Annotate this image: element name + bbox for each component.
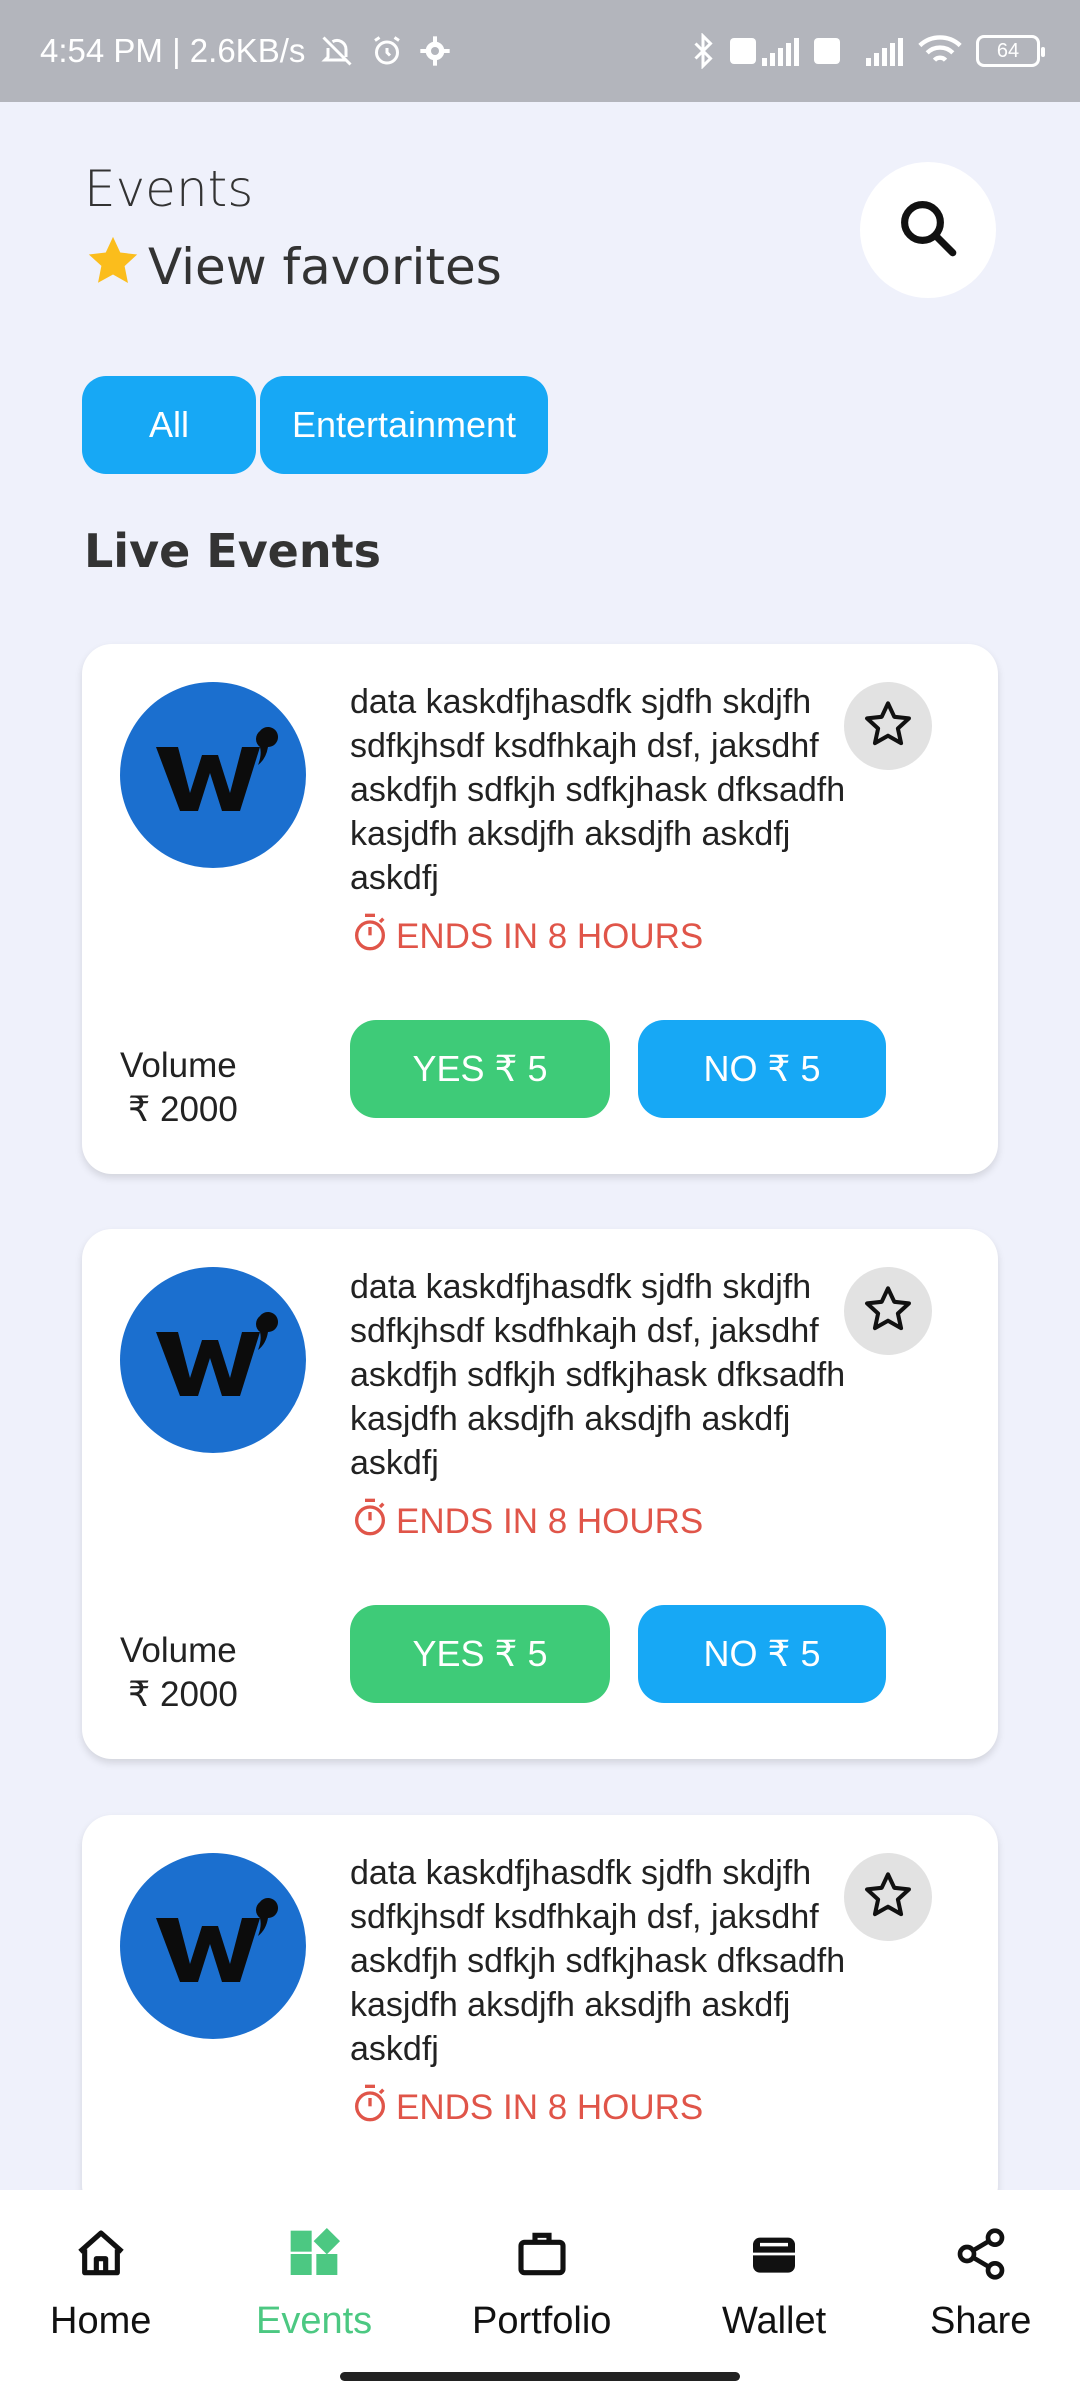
no-button[interactable]: NO ₹ 5: [638, 1605, 886, 1703]
yes-button[interactable]: YES ₹ 5: [350, 1605, 610, 1703]
volume-label: Volume: [120, 1046, 237, 1085]
page-title: Events: [84, 160, 254, 218]
view-favorites-label: View favorites: [148, 238, 502, 296]
nav-share[interactable]: Share: [930, 2226, 1031, 2343]
event-description: data kaskdfjhasdfk sjdfh skdjfh sdfkjhsd…: [350, 1268, 846, 1482]
mute-icon: [319, 33, 355, 69]
volume-amount: ₹ 2000: [128, 1090, 238, 1129]
event-card[interactable]: data kaskdfjhasdfk sjdfh skdjfh sdfkjhsd…: [82, 1229, 998, 1759]
event-description: data kaskdfjhasdfk sjdfh skdjfh sdfkjhsd…: [350, 683, 846, 897]
event-logo: [120, 682, 306, 868]
status-bar: 4:54 PM | 2.6KB/s 64: [0, 0, 1080, 102]
wifi-icon: [918, 34, 962, 68]
nav-wallet[interactable]: Wallet: [722, 2226, 826, 2343]
section-title: Live Events: [84, 524, 382, 578]
timer-icon: [350, 1497, 390, 1546]
bluetooth-icon: [690, 33, 716, 69]
search-button[interactable]: [860, 162, 996, 298]
nav-portfolio[interactable]: Portfolio: [472, 2226, 611, 2343]
volume-info: Volume ₹ 2000: [120, 1629, 238, 1717]
nav-wallet-label: Wallet: [722, 2300, 827, 2342]
event-ends-label: ENDS IN 8 HOURS: [396, 2087, 704, 2127]
nav-events-label: Events: [256, 2300, 373, 2342]
event-ends: ENDS IN 8 HOURS: [350, 2083, 703, 2132]
filter-chip-all[interactable]: All: [82, 376, 256, 474]
events-icon: [286, 2226, 342, 2292]
event-logo: [120, 1853, 306, 2039]
share-icon: [953, 2226, 1009, 2292]
timer-icon: [350, 2083, 390, 2132]
event-ends: ENDS IN 8 HOURS: [350, 1497, 703, 1546]
nav-portfolio-label: Portfolio: [472, 2300, 612, 2342]
volume-amount: ₹ 2000: [128, 1675, 238, 1714]
home-icon: [73, 2226, 129, 2292]
event-description: data kaskdfjhasdfk sjdfh skdjfh sdfkjhsd…: [350, 1854, 846, 2068]
volume-info: Volume ₹ 2000: [120, 1044, 238, 1132]
star-outline-icon: [861, 1282, 915, 1341]
event-ends-label: ENDS IN 8 HOURS: [396, 1501, 704, 1541]
battery-level: 64: [996, 39, 1020, 62]
no-button[interactable]: NO ₹ 5: [638, 1020, 886, 1118]
star-filled-icon: [84, 232, 142, 302]
event-logo: [120, 1267, 306, 1453]
nav-home-label: Home: [50, 2300, 152, 2342]
search-icon: [895, 195, 961, 266]
timer-icon: [350, 912, 390, 961]
nav-events[interactable]: Events: [256, 2226, 372, 2343]
favorite-button[interactable]: [844, 682, 932, 770]
home-indicator[interactable]: [340, 2372, 740, 2381]
settings-gear-icon: [419, 35, 451, 67]
event-card[interactable]: data kaskdfjhasdfk sjdfh skdjfh sdfkjhsd…: [82, 1815, 998, 2215]
view-favorites-link[interactable]: View favorites: [84, 232, 502, 302]
yes-button[interactable]: YES ₹ 5: [350, 1020, 610, 1118]
nav-share-label: Share: [930, 2300, 1032, 2342]
bottom-navigation: Home Events Portfolio Wallet Share: [0, 2190, 1080, 2400]
nav-home[interactable]: Home: [50, 2226, 151, 2343]
briefcase-icon: [514, 2226, 570, 2292]
star-outline-icon: [861, 1868, 915, 1927]
signal-2-icon: [814, 34, 904, 68]
event-ends: ENDS IN 8 HOURS: [350, 912, 703, 961]
star-outline-icon: [861, 697, 915, 756]
filter-chips: All Entertainment: [82, 376, 548, 474]
wallet-icon: [746, 2226, 802, 2292]
filter-chip-entertainment[interactable]: Entertainment: [260, 376, 548, 474]
event-ends-label: ENDS IN 8 HOURS: [396, 916, 704, 956]
favorite-button[interactable]: [844, 1853, 932, 1941]
signal-1-icon: [730, 34, 800, 68]
battery-icon: 64: [976, 35, 1045, 67]
status-time: 4:54 PM | 2.6KB/s: [40, 32, 306, 69]
volume-label: Volume: [120, 1631, 237, 1670]
alarm-icon: [369, 33, 405, 69]
favorite-button[interactable]: [844, 1267, 932, 1355]
event-card[interactable]: data kaskdfjhasdfk sjdfh skdjfh sdfkjhsd…: [82, 644, 998, 1174]
